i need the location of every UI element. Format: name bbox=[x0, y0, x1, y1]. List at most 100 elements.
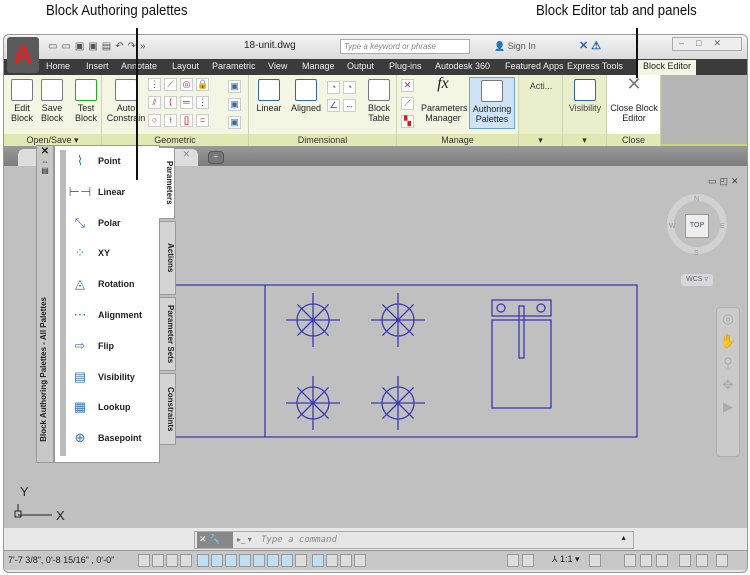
smooth-constraint-icon[interactable]: ⟊ bbox=[164, 114, 177, 127]
authoring-palettes-button[interactable]: Authoring Palettes bbox=[469, 77, 515, 129]
palette-item-lookup[interactable]: Lookup bbox=[98, 402, 131, 412]
close-block-editor-button[interactable]: ✕ Close Block Editor bbox=[608, 75, 660, 123]
ribbon-tab-autodesk-360[interactable]: Autodesk 360 bbox=[435, 61, 490, 71]
show-all-icon[interactable]: ▣ bbox=[228, 80, 241, 93]
viewcube-top[interactable]: TOP bbox=[685, 214, 709, 238]
horizontal-constraint-icon[interactable]: ═ bbox=[180, 96, 193, 109]
quick-access-toolbar[interactable]: ▭▭▣▣▤↶↷» bbox=[48, 41, 188, 53]
convert-icon[interactable]: ↔ bbox=[343, 99, 356, 112]
test-block-button[interactable]: Test Block bbox=[72, 79, 100, 123]
ribbon-tab-manage[interactable]: Manage bbox=[302, 61, 335, 71]
palette-item-polar[interactable]: Polar bbox=[98, 218, 121, 228]
ribbon-tab-output[interactable]: Output bbox=[347, 61, 374, 71]
layout-button[interactable] bbox=[522, 554, 534, 567]
infer-toggle[interactable] bbox=[138, 554, 150, 567]
fix-constraint-icon[interactable]: 🔒 bbox=[196, 78, 209, 91]
palette-item-linear[interactable]: Linear bbox=[98, 187, 125, 197]
palette-item-basepoint[interactable]: Basepoint bbox=[98, 433, 142, 443]
equal-constraint-icon[interactable]: = bbox=[196, 114, 209, 127]
add-toggle[interactable] bbox=[354, 554, 366, 567]
symmetric-constraint-icon[interactable]: [] bbox=[180, 114, 193, 127]
save-block-button[interactable]: Save Block bbox=[38, 79, 66, 123]
palette-scrollbar[interactable] bbox=[60, 150, 66, 456]
parallel-constraint-icon[interactable]: ⫽ bbox=[148, 96, 161, 109]
otrack-toggle[interactable] bbox=[239, 554, 251, 567]
ribbon-tab-insert[interactable]: Insert bbox=[86, 61, 109, 71]
panel-title[interactable]: Manage bbox=[397, 134, 518, 146]
visibility-button[interactable]: Visibility bbox=[565, 79, 605, 113]
navigation-bar[interactable]: ◎ ✋ ⚲ ✥ ▶ bbox=[716, 307, 740, 457]
hide-all-icon[interactable]: ▣ bbox=[228, 98, 241, 111]
tpy-toggle[interactable] bbox=[295, 554, 307, 567]
auto-constrain-button[interactable]: Auto Constrain bbox=[106, 79, 146, 123]
palette-tab-constraints[interactable]: Constraints bbox=[160, 373, 176, 445]
radius-icon[interactable]: ◔ bbox=[327, 81, 340, 94]
qp-toggle[interactable] bbox=[312, 554, 324, 567]
grid-toggle[interactable] bbox=[166, 554, 178, 567]
sign-in-button[interactable]: 👤 Sign In bbox=[494, 41, 536, 52]
palette-tab-parameters[interactable]: Parameters bbox=[159, 147, 175, 219]
customize-button[interactable] bbox=[716, 554, 728, 567]
ribbon-tab-view[interactable]: View bbox=[268, 61, 287, 71]
ribbon-tab-featured-apps[interactable]: Featured Apps bbox=[505, 61, 564, 71]
model-button[interactable] bbox=[507, 554, 519, 567]
palette-item-flip[interactable]: Flip bbox=[98, 341, 114, 351]
panel-expand[interactable]: ▾ bbox=[563, 134, 606, 146]
show-hide-icon[interactable]: ▣ bbox=[228, 116, 241, 129]
lweight-toggle[interactable] bbox=[281, 554, 293, 567]
palette-tab-actions[interactable]: Actions bbox=[160, 221, 176, 295]
window-controls[interactable]: –□✕ bbox=[672, 37, 742, 51]
am-toggle[interactable] bbox=[340, 554, 352, 567]
clean-screen-button[interactable] bbox=[696, 554, 708, 567]
ribbon-tab-plug-ins[interactable]: Plug-ins bbox=[389, 61, 422, 71]
3dosnap-toggle[interactable] bbox=[225, 554, 237, 567]
block-table-button[interactable]: Block Table bbox=[365, 79, 393, 123]
sc-toggle[interactable] bbox=[326, 554, 338, 567]
perpendicular-constraint-icon[interactable]: ⟨ bbox=[164, 96, 177, 109]
palette-item-visibility[interactable]: Visibility bbox=[98, 372, 135, 382]
workspace-button[interactable] bbox=[624, 554, 636, 567]
actions-label[interactable]: Acti... bbox=[523, 81, 559, 91]
construction-icon[interactable]: ⟋ bbox=[401, 97, 414, 110]
new-tab-button[interactable]: + bbox=[208, 151, 224, 164]
command-history-icon[interactable]: ▲ bbox=[620, 535, 627, 542]
annotation-scale[interactable]: ⅄ 1:1 ▾ bbox=[552, 554, 580, 565]
vertical-constraint-icon[interactable]: ⋮ bbox=[196, 96, 209, 109]
concentric-constraint-icon[interactable]: ◎ bbox=[180, 78, 193, 91]
palette-item-xy[interactable]: XY bbox=[98, 248, 110, 258]
palette-item-rotation[interactable]: Rotation bbox=[98, 279, 135, 289]
panel-expand[interactable]: ▾ bbox=[519, 134, 562, 146]
coincident-constraint-icon[interactable]: ⋮ bbox=[148, 78, 161, 91]
tangent-constraint-icon[interactable]: ○ bbox=[148, 114, 161, 127]
command-input[interactable]: Type a command bbox=[261, 535, 337, 545]
isolate-button[interactable] bbox=[679, 554, 691, 567]
diameter-icon[interactable]: ◔ bbox=[343, 81, 356, 94]
command-line[interactable]: ✕ 🔧 ▸_ ▾ Type a command ▲ bbox=[194, 531, 634, 549]
osnap-toggle[interactable] bbox=[211, 554, 223, 567]
linear-button[interactable]: Linear bbox=[253, 79, 285, 113]
exchange-icon[interactable]: ✕ ⚠ bbox=[579, 39, 601, 52]
close-icon[interactable]: ✕ bbox=[37, 146, 53, 157]
wcs-menu[interactable]: WCS ▿ bbox=[681, 274, 713, 286]
panel-title[interactable]: Close bbox=[607, 134, 660, 146]
viewport-controls[interactable]: ▭◰✕ bbox=[708, 176, 742, 187]
ribbon-tab-home[interactable]: Home bbox=[46, 61, 70, 71]
properties-icon[interactable]: ▤ bbox=[37, 166, 53, 175]
hardware-button[interactable] bbox=[656, 554, 668, 567]
panel-title[interactable]: Dimensional bbox=[249, 134, 396, 146]
ribbon-tab-parametric[interactable]: Parametric bbox=[212, 61, 256, 71]
delete-constraints-icon[interactable]: ✕ bbox=[401, 79, 414, 92]
palette-item-point[interactable]: Point bbox=[98, 156, 121, 166]
auto-hide-icon[interactable]: ⇔ bbox=[37, 157, 53, 166]
ribbon-tab-block-editor[interactable]: Block Editor bbox=[638, 60, 697, 75]
polar-toggle[interactable] bbox=[197, 554, 209, 567]
search-input[interactable]: Type a keyword or phrase bbox=[340, 39, 470, 54]
snap-toggle[interactable] bbox=[152, 554, 164, 567]
command-close-icon[interactable]: ✕ 🔧 bbox=[197, 532, 233, 548]
constraint-status-icon[interactable]: ▚ bbox=[401, 115, 414, 128]
ribbon-tab-layout[interactable]: Layout bbox=[172, 61, 199, 71]
ribbon-tab-annotate[interactable]: Annotate bbox=[121, 61, 157, 71]
parameters-manager-button[interactable]: fx Parameters Manager bbox=[421, 76, 468, 124]
ribbon-tab-express-tools[interactable]: Express Tools bbox=[567, 61, 623, 71]
annotation-visibility-button[interactable] bbox=[589, 554, 601, 567]
